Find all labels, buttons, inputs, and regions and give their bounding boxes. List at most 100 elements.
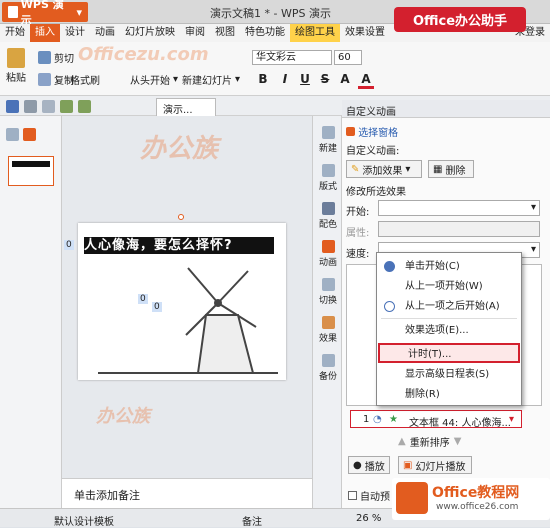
- palette-icon: [321, 202, 335, 215]
- menu-item-label: 单击开始(C): [405, 261, 460, 272]
- custom-animation-section: 自定义动画:: [346, 146, 400, 157]
- font-color-button[interactable]: A: [358, 72, 374, 89]
- animation-tag: 0: [152, 302, 162, 312]
- tab-backup-label: 备份: [318, 372, 337, 382]
- menu-item-after-previous[interactable]: 从上一项之后开始(A): [377, 297, 521, 317]
- panel-header: 自定义动画: [342, 100, 550, 118]
- tab-color-label: 配色: [318, 220, 337, 230]
- arrow-up-icon[interactable]: ▲: [398, 436, 406, 447]
- reorder-controls: ▲ 重新排序 ▼: [398, 434, 461, 449]
- menu-effect-settings[interactable]: 效果设置: [340, 24, 390, 42]
- slide-view-icon[interactable]: [23, 128, 36, 141]
- clipboard-icon: [7, 48, 25, 68]
- menu-insert[interactable]: 插入: [30, 24, 60, 42]
- chevron-down-icon[interactable]: ▾: [509, 414, 514, 425]
- property-select: [378, 221, 540, 237]
- effect-context-menu: 单击开始(C) 从上一项开始(W) 从上一项之后开始(A) 效果选项(E)...…: [376, 252, 522, 406]
- tab-new[interactable]: 新建: [313, 126, 343, 154]
- paste-button[interactable]: 粘贴: [6, 48, 26, 84]
- delete-effect-button[interactable]: ▦ 删除: [428, 160, 474, 178]
- tab-effect[interactable]: 效果: [313, 316, 343, 344]
- select-pane-label: 选择窗格: [358, 128, 399, 139]
- tab-new-label: 新建: [318, 144, 337, 154]
- font-size-value: 60: [338, 52, 351, 63]
- menu-start[interactable]: 开始: [0, 24, 30, 42]
- select-pane-link[interactable]: 选择窗格: [346, 124, 398, 139]
- menu-item-timing[interactable]: 计时(T)...: [378, 343, 520, 363]
- menu-features[interactable]: 特色功能: [240, 24, 290, 42]
- watermark: 办公族: [140, 134, 219, 164]
- menu-design[interactable]: 设计: [60, 24, 90, 42]
- menu-item-with-previous[interactable]: 从上一项开始(W): [377, 277, 521, 297]
- checkbox-icon: [348, 491, 357, 500]
- panel-view-switch: [6, 128, 36, 141]
- tab-transition[interactable]: 切换: [313, 278, 343, 306]
- tab-backup[interactable]: 备份: [313, 354, 343, 382]
- new-icon: [321, 126, 335, 139]
- redo-icon[interactable]: [78, 100, 91, 113]
- slide-title-textbox[interactable]: 人心像海，要怎么择怀?: [84, 237, 274, 254]
- preview-icon[interactable]: [42, 100, 55, 113]
- selected-effect-row[interactable]: 1 ◔ ★ 文本框 44: 人心像海... ▾: [350, 410, 522, 429]
- tab-color[interactable]: 配色: [313, 202, 343, 230]
- underline-button[interactable]: U: [297, 72, 313, 86]
- print-icon[interactable]: [24, 100, 37, 113]
- format-painter-button[interactable]: 格式刷: [70, 72, 100, 87]
- menu-slideshow[interactable]: 幻灯片放映: [120, 24, 180, 42]
- autopreview-checkbox[interactable]: 自动预: [348, 488, 390, 503]
- cut-label: 剪切: [54, 54, 74, 65]
- arrow-down-icon[interactable]: ▼: [454, 436, 462, 447]
- copy-button[interactable]: 复制: [38, 72, 74, 87]
- font-size-select[interactable]: 60: [334, 50, 362, 65]
- play-button[interactable]: ● 播放: [348, 456, 390, 474]
- slide-thumbnail[interactable]: [8, 156, 54, 186]
- mouse-icon: [384, 261, 395, 272]
- from-start-button[interactable]: 从头开始 ▾: [130, 72, 178, 87]
- trash-icon: ▦: [433, 163, 443, 175]
- office-logo-icon: [396, 482, 428, 514]
- menu-item-effect-options[interactable]: 效果选项(E)...: [377, 321, 521, 341]
- task-pane-tabs: 新建 版式 配色 动画 切换 效果 备份: [312, 116, 342, 508]
- effect-order-number: 1: [363, 414, 370, 425]
- add-effect-button[interactable]: ✎ 添加效果 ▾: [346, 160, 422, 178]
- rotation-handle[interactable]: [178, 214, 184, 220]
- font-family-select[interactable]: 华文彩云: [252, 50, 332, 65]
- menu-item-remove[interactable]: 删除(R): [377, 385, 521, 405]
- start-select[interactable]: ▾: [378, 200, 540, 216]
- app-menu-button[interactable]: WPS 演示 ▾: [2, 0, 88, 27]
- bold-button[interactable]: B: [255, 72, 271, 86]
- menu-review[interactable]: 审阅: [180, 24, 210, 42]
- modify-effect-section: 修改所选效果: [346, 187, 406, 198]
- undo-icon[interactable]: [60, 100, 73, 113]
- cut-button[interactable]: 剪切: [38, 50, 74, 65]
- new-slide-button[interactable]: 新建幻灯片 ▾: [182, 72, 240, 87]
- tab-animation[interactable]: 动画: [313, 240, 343, 268]
- save-icon[interactable]: [6, 100, 19, 113]
- office-assistant-badge: Office办公助手: [394, 7, 526, 32]
- select-pane-icon: [346, 127, 355, 136]
- tab-animation-label: 动画: [318, 258, 337, 268]
- document-tab[interactable]: 演示...: [156, 98, 216, 116]
- menu-animation[interactable]: 动画: [90, 24, 120, 42]
- italic-button[interactable]: I: [277, 72, 293, 86]
- chevron-down-icon: ▾: [173, 74, 179, 85]
- menu-view[interactable]: 视图: [210, 24, 240, 42]
- quick-access-icons: [6, 100, 91, 113]
- office26-logo: Office教程网 www.office26.com: [392, 478, 550, 520]
- outline-view-icon[interactable]: [6, 128, 19, 141]
- notes-toggle-button[interactable]: 备注: [242, 513, 262, 528]
- effect-icon: [321, 316, 335, 329]
- logo-text: Office教程网: [432, 485, 520, 501]
- notes-area[interactable]: 单击添加备注: [62, 478, 312, 508]
- menu-item-advanced-timeline[interactable]: 显示高级日程表(S): [377, 365, 521, 385]
- shadow-button[interactable]: A: [337, 72, 353, 86]
- tab-layout[interactable]: 版式: [313, 164, 343, 192]
- zoom-level[interactable]: 26 %: [356, 513, 381, 524]
- strikethrough-button[interactable]: S: [317, 72, 333, 86]
- menu-item-on-click[interactable]: 单击开始(C): [377, 257, 521, 277]
- menu-drawing-tools[interactable]: 绘图工具: [290, 24, 340, 42]
- menu-divider: [381, 318, 517, 319]
- watermark: 办公族: [96, 406, 150, 427]
- slideshow-button[interactable]: ▣ 幻灯片播放: [398, 456, 472, 474]
- notes-placeholder: 单击添加备注: [74, 489, 140, 502]
